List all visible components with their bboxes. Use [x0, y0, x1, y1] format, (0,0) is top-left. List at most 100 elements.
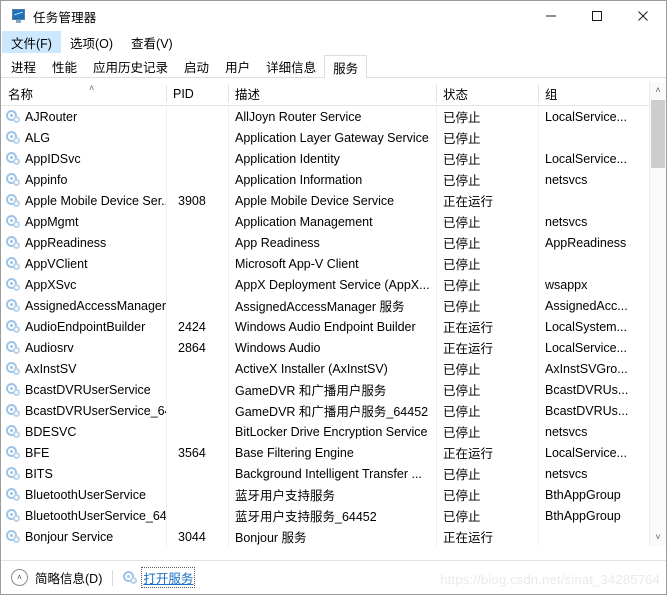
service-rows[interactable]: AJRouter AllJoyn Router Service 已停止 LocalSe…: [1, 106, 666, 546]
column-header-name[interactable]: 名称 ˄: [1, 82, 166, 105]
scroll-up-arrow-icon[interactable]: ˄: [650, 82, 666, 99]
table-row[interactable]: BcastDVRUserService_64... GameDVR 和广播用户服务…: [1, 400, 666, 421]
cell-service-name: BcastDVRUserService_64...: [1, 400, 166, 421]
cell-description: AllJoyn Router Service: [235, 109, 362, 124]
service-name-label: BcastDVRUserService: [25, 382, 151, 397]
close-button[interactable]: [620, 1, 666, 31]
table-row[interactable]: BluetoothUserService_64... 蓝牙用户支持服务_64452…: [1, 505, 666, 526]
vertical-scrollbar[interactable]: ˄ ˅: [649, 82, 666, 546]
tab-app-history[interactable]: 应用历史记录: [85, 54, 176, 78]
cell-description: Application Layer Gateway Service: [235, 130, 429, 145]
menu-view[interactable]: 查看(V): [122, 31, 182, 53]
cell-status: 正在运行: [443, 447, 494, 461]
fewer-details-chevron-icon[interactable]: ˄: [11, 569, 28, 586]
table-row[interactable]: AppReadiness App Readiness 已停止 AppReadiness: [1, 232, 666, 253]
service-gear-icon: [6, 403, 21, 418]
column-header-group[interactable]: 组: [538, 82, 651, 105]
service-gear-icon: [6, 340, 21, 355]
service-gear-icon: [6, 256, 21, 271]
cell-status: 已停止: [443, 153, 481, 167]
cell-status: 已停止: [443, 300, 481, 314]
service-name-label: Apple Mobile Device Ser...: [25, 193, 166, 208]
cell-status: 正在运行: [443, 195, 494, 209]
tab-startup[interactable]: 启动: [176, 54, 217, 78]
cell-group: LocalService...: [545, 109, 627, 124]
tab-performance[interactable]: 性能: [44, 54, 85, 78]
cell-group: BcastDVRUs...: [545, 382, 629, 397]
cell-pid: [166, 148, 228, 169]
service-name-label: BFE: [25, 445, 50, 460]
task-manager-icon: [10, 8, 26, 24]
service-name-label: BITS: [25, 466, 53, 481]
service-name-label: BcastDVRUserService_64...: [25, 403, 166, 418]
table-row[interactable]: AppMgmt Application Management 已停止 netsvcs: [1, 211, 666, 232]
table-row[interactable]: BFE 3564 Base Filtering Engine 正在运行 LocalSer…: [1, 442, 666, 463]
table-row[interactable]: AppXSvc AppX Deployment Service (AppX... 已…: [1, 274, 666, 295]
scroll-down-arrow-icon[interactable]: ˅: [650, 529, 666, 546]
tab-services[interactable]: 服务: [324, 55, 368, 79]
service-gear-icon: [6, 424, 21, 439]
cell-status: 已停止: [443, 111, 481, 125]
scrollbar-thumb[interactable]: [651, 100, 665, 168]
maximize-button[interactable]: [574, 1, 620, 31]
menu-options[interactable]: 选项(O): [61, 31, 122, 53]
table-row[interactable]: Apple Mobile Device Ser... 3908 Apple Mobi…: [1, 190, 666, 211]
table-row[interactable]: BITS Background Intelligent Transfer ... 已…: [1, 463, 666, 484]
cell-group: LocalService...: [545, 340, 627, 355]
table-row[interactable]: Bonjour Service 3044 Bonjour 服务 正在运行: [1, 526, 666, 546]
cell-pid: [166, 211, 228, 232]
tab-details[interactable]: 详细信息: [258, 54, 324, 78]
service-gear-icon: [6, 445, 21, 460]
table-row[interactable]: AxInstSV ActiveX Installer (AxInstSV) 已停止 A…: [1, 358, 666, 379]
menu-file[interactable]: 文件(F): [2, 31, 61, 53]
cell-status: 已停止: [443, 405, 481, 419]
cell-pid: [166, 295, 228, 316]
cell-service-name: AppMgmt: [1, 211, 166, 232]
service-gear-icon: [6, 277, 21, 292]
cell-group: netsvcs: [545, 172, 588, 187]
cell-description: Base Filtering Engine: [235, 445, 354, 460]
open-services-link[interactable]: 打开服务: [141, 567, 196, 588]
cell-service-name: Bonjour Service: [1, 526, 166, 546]
table-row[interactable]: AssignedAccessManager... AssignedAccessMa…: [1, 295, 666, 316]
tab-processes[interactable]: 进程: [3, 54, 44, 78]
maximize-icon: [592, 11, 602, 21]
service-gear-icon: [6, 382, 21, 397]
column-header-description[interactable]: 描述: [228, 82, 436, 105]
cell-description: Apple Mobile Device Service: [235, 193, 395, 208]
cell-pid: [166, 232, 228, 253]
table-row[interactable]: AudioEndpointBuilder 2424 Windows Audio En…: [1, 316, 666, 337]
table-row[interactable]: BDESVC BitLocker Drive Encryption Service…: [1, 421, 666, 442]
table-row[interactable]: BcastDVRUserService GameDVR 和广播用户服务 已停止 Bca…: [1, 379, 666, 400]
cell-status: 已停止: [443, 363, 481, 377]
table-row[interactable]: AppVClient Microsoft App-V Client 已停止: [1, 253, 666, 274]
watermark: https://blog.csdn.net/sinat_34285764: [440, 572, 660, 587]
table-row[interactable]: Appinfo Application Information 已停止 netsvcs: [1, 169, 666, 190]
cell-pid: [166, 505, 228, 526]
cell-pid: [166, 127, 228, 148]
cell-pid: [166, 358, 228, 379]
table-row[interactable]: Audiosrv 2864 Windows Audio 正在运行 LocalServic…: [1, 337, 666, 358]
tab-users[interactable]: 用户: [217, 54, 258, 78]
cell-group: netsvcs: [545, 214, 588, 229]
cell-description: GameDVR 和广播用户服务: [235, 384, 387, 398]
column-header-pid[interactable]: PID: [166, 82, 228, 105]
cell-service-name: BFE: [1, 442, 166, 463]
cell-status: 已停止: [443, 258, 481, 272]
cell-description: AssignedAccessManager 服务: [235, 300, 405, 314]
fewer-details-button[interactable]: 简略信息(D): [35, 568, 102, 587]
table-row[interactable]: AppIDSvc Application Identity 已停止 LocalServ…: [1, 148, 666, 169]
cell-status: 已停止: [443, 279, 481, 293]
cell-service-name: AssignedAccessManager...: [1, 295, 166, 316]
cell-description: Bonjour 服务: [235, 531, 307, 545]
cell-status: 正在运行: [443, 531, 494, 545]
task-manager-window: 任务管理器 文件(F) 选项(O) 查看(V) 进程 性能 应用历史记录 启动 …: [0, 0, 667, 595]
table-row[interactable]: AJRouter AllJoyn Router Service 已停止 LocalSe…: [1, 106, 666, 127]
minimize-button[interactable]: [528, 1, 574, 31]
table-row[interactable]: ALG Application Layer Gateway Service 已停止: [1, 127, 666, 148]
services-gear-icon: [123, 570, 138, 585]
service-gear-icon: [6, 172, 21, 187]
cell-group: BthAppGroup: [545, 487, 621, 502]
column-header-status[interactable]: 状态: [436, 82, 538, 105]
table-row[interactable]: BluetoothUserService 蓝牙用户支持服务 已停止 BthAppGro…: [1, 484, 666, 505]
